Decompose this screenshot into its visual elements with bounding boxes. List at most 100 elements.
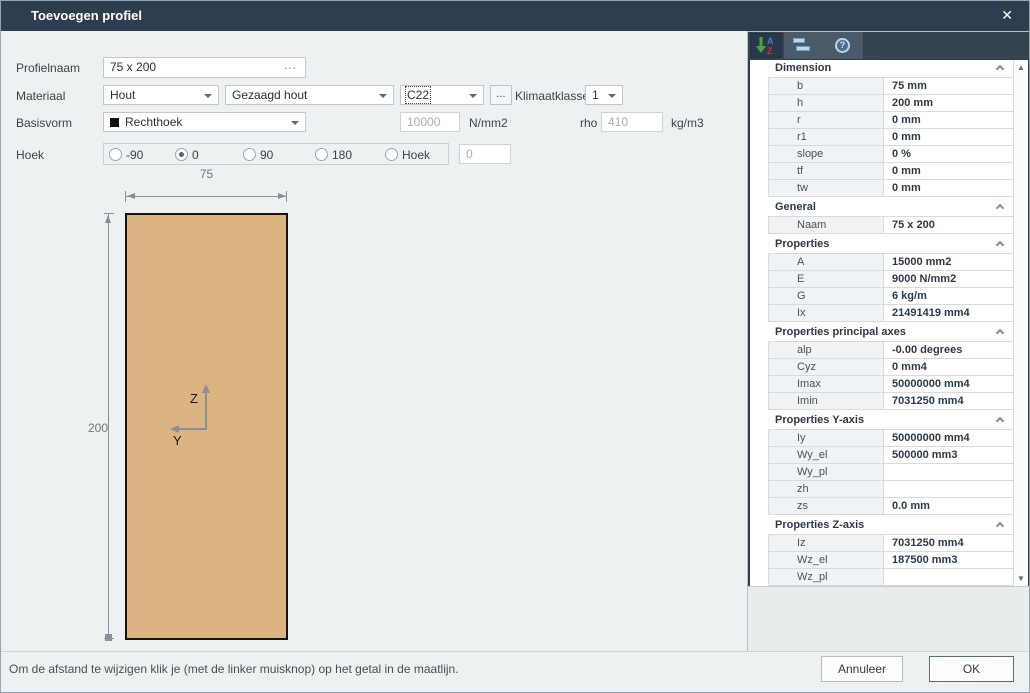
materiaal-subcategory-value: Gezaagd hout [232, 88, 308, 102]
radio-0-label[interactable]: 0 [192, 148, 199, 162]
property-value[interactable]: -0.00 degrees [884, 342, 1013, 358]
cancel-button[interactable]: Annuleer [821, 656, 903, 682]
section-header[interactable]: General [750, 199, 1013, 216]
property-value[interactable]: 75 x 200 [884, 217, 1013, 233]
property-value[interactable]: 0 mm4 [884, 359, 1013, 375]
radio-hoek-label[interactable]: Hoek [402, 148, 430, 162]
property-name: Iy [769, 430, 884, 446]
profielnaam-browse-icon[interactable]: ... [284, 58, 297, 73]
ok-button[interactable]: OK [929, 656, 1014, 682]
dimension-tick [286, 191, 287, 202]
property-row: h 200 mm [769, 95, 1013, 112]
property-row: Naam 75 x 200 [769, 217, 1013, 234]
property-value[interactable]: 15000 mm2 [884, 254, 1013, 270]
status-bar: Om de afstand te wijzigen klik je (met d… [1, 651, 1029, 692]
materiaal-category-dropdown[interactable]: Hout [103, 85, 219, 105]
section-title: General [775, 201, 816, 213]
property-name: b [769, 78, 884, 94]
materiaal-browse-button[interactable]: ... [490, 85, 512, 105]
section-header[interactable]: Properties Y-axis [750, 412, 1013, 429]
height-dimension-line [108, 214, 109, 639]
collapse-chevron-icon[interactable] [995, 64, 1005, 74]
property-value[interactable]: 0 mm [884, 112, 1013, 128]
property-row: tw 0 mm [769, 180, 1013, 197]
section-general: General Naam 75 x 200 [750, 199, 1013, 234]
property-name: r1 [769, 129, 884, 145]
close-icon[interactable]: ✕ [1001, 7, 1013, 23]
property-value[interactable]: 75 mm [884, 78, 1013, 94]
property-value[interactable]: 0 % [884, 146, 1013, 162]
section-title: Dimension [775, 62, 832, 74]
klimaatklasse-dropdown[interactable]: 1 [585, 85, 623, 105]
property-value[interactable]: 7031250 mm4 [884, 393, 1013, 409]
property-row: b 75 mm [769, 78, 1013, 95]
klimaatklasse-label: Klimaatklasse [515, 89, 590, 103]
height-dimension-label[interactable]: 200 [76, 421, 108, 435]
property-name: Wy_el [769, 447, 884, 463]
property-name: tw [769, 180, 884, 196]
section-header[interactable]: Dimension [750, 60, 1013, 77]
section-header[interactable]: Properties [750, 236, 1013, 253]
property-value[interactable]: 500000 mm3 [884, 447, 1013, 463]
property-value[interactable]: 21491419 mm4 [884, 305, 1013, 321]
collapse-chevron-icon[interactable] [995, 521, 1005, 531]
radio-90-label[interactable]: 90 [260, 148, 273, 162]
axis-y-arrow-icon [170, 425, 179, 433]
radio-0[interactable] [175, 148, 188, 161]
inspector-toolbar: A Z ? [748, 32, 1029, 59]
property-row: Iz 7031250 mm4 [769, 535, 1013, 552]
property-value[interactable]: 0 mm [884, 163, 1013, 179]
radio-minus90[interactable] [109, 148, 122, 161]
radio-minus90-label[interactable]: -90 [126, 148, 143, 162]
profielnaam-value: 75 x 200 [110, 60, 157, 74]
help-icon[interactable]: ? [827, 33, 859, 58]
basisvorm-dropdown[interactable]: Rechthoek [103, 112, 306, 132]
property-value[interactable]: 6 kg/m [884, 288, 1013, 304]
materiaal-subcategory-dropdown[interactable]: Gezaagd hout [225, 85, 394, 105]
section-principal-axes: Properties principal axes alp -0.00 degre… [750, 324, 1013, 410]
grid-scrollbar[interactable]: ▲ ▼ [1013, 60, 1028, 586]
scroll-down-icon[interactable]: ▼ [1014, 574, 1028, 583]
dimension-handle[interactable] [105, 634, 112, 641]
property-name: tf [769, 163, 884, 179]
e-modulus-unit-label: N/mm2 [469, 116, 508, 130]
property-value[interactable]: 50000000 mm4 [884, 430, 1013, 446]
property-value[interactable]: 200 mm [884, 95, 1013, 111]
section-header[interactable]: Properties Z-axis [750, 517, 1013, 534]
materiaal-grade-dropdown[interactable]: C22 [400, 85, 484, 105]
chevron-down-icon [608, 94, 616, 98]
collapse-chevron-icon[interactable] [995, 203, 1005, 213]
property-name: r [769, 112, 884, 128]
axis-z-arrow-icon [202, 384, 210, 393]
width-dimension-label[interactable]: 75 [126, 167, 287, 181]
sort-az-icon[interactable]: A Z [750, 33, 782, 58]
collapse-chevron-icon[interactable] [995, 328, 1005, 338]
categorized-view-icon[interactable] [790, 33, 822, 58]
klimaatklasse-value: 1 [592, 88, 599, 102]
profielnaam-field[interactable]: 75 x 200 ... [103, 57, 306, 78]
materiaal-grade-value: C22 [404, 86, 432, 104]
property-value[interactable] [884, 569, 1013, 585]
radio-180[interactable] [315, 148, 328, 161]
radio-90[interactable] [243, 148, 256, 161]
scroll-up-icon[interactable]: ▲ [1014, 63, 1028, 72]
section-title: Properties Y-axis [775, 414, 865, 426]
section-header[interactable]: Properties principal axes [750, 324, 1013, 341]
collapse-chevron-icon[interactable] [995, 240, 1005, 250]
property-value[interactable]: 187500 mm3 [884, 552, 1013, 568]
materiaal-category-value: Hout [110, 88, 136, 102]
property-value[interactable]: 7031250 mm4 [884, 535, 1013, 551]
property-value[interactable]: 0.0 mm [884, 498, 1013, 514]
radio-hoek[interactable] [385, 148, 398, 161]
property-value[interactable]: 50000000 mm4 [884, 376, 1013, 392]
dimension-tick [104, 213, 114, 214]
property-value[interactable]: 0 mm [884, 180, 1013, 196]
property-value[interactable]: 0 mm [884, 129, 1013, 145]
rho-unit-label: kg/m3 [671, 116, 704, 130]
radio-180-label[interactable]: 180 [332, 148, 352, 162]
property-value[interactable] [884, 464, 1013, 480]
collapse-chevron-icon[interactable] [995, 416, 1005, 426]
property-value[interactable]: 9000 N/mm2 [884, 271, 1013, 287]
property-value[interactable] [884, 481, 1013, 497]
section-title: Properties [775, 238, 830, 250]
